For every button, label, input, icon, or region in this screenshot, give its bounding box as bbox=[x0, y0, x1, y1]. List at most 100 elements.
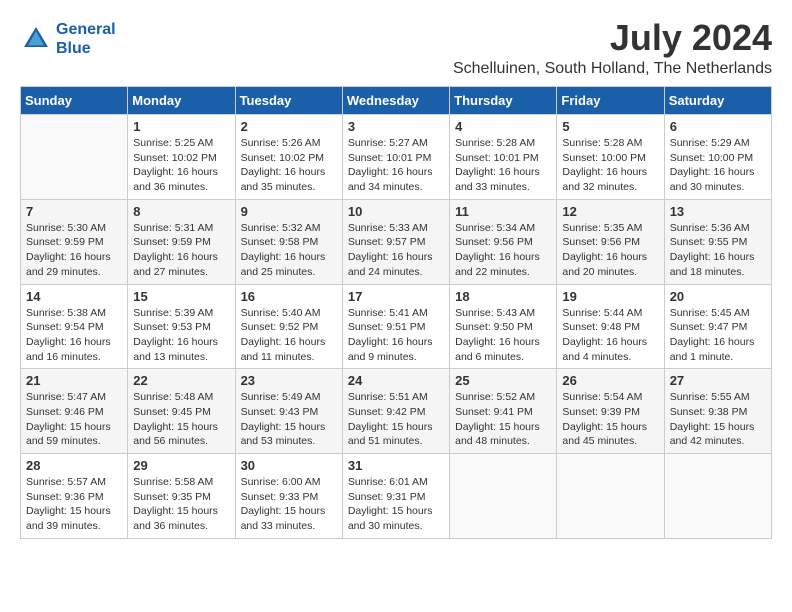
day-info: Sunrise: 5:55 AMSunset: 9:38 PMDaylight:… bbox=[670, 390, 766, 449]
calendar-cell: 28Sunrise: 5:57 AMSunset: 9:36 PMDayligh… bbox=[21, 454, 128, 539]
info-line: and 1 minute. bbox=[670, 351, 734, 363]
info-line: Sunset: 9:36 PM bbox=[26, 491, 104, 503]
calendar-cell: 24Sunrise: 5:51 AMSunset: 9:42 PMDayligh… bbox=[342, 369, 449, 454]
week-row-1: 1Sunrise: 5:25 AMSunset: 10:02 PMDayligh… bbox=[21, 115, 772, 200]
info-line: Sunrise: 5:40 AM bbox=[241, 307, 321, 319]
day-info: Sunrise: 5:40 AMSunset: 9:52 PMDaylight:… bbox=[241, 306, 337, 365]
info-line: and 25 minutes. bbox=[241, 266, 316, 278]
day-number: 10 bbox=[348, 204, 444, 219]
info-line: Daylight: 16 hours bbox=[133, 251, 218, 263]
calendar-cell: 7Sunrise: 5:30 AMSunset: 9:59 PMDaylight… bbox=[21, 199, 128, 284]
info-line: Sunrise: 5:57 AM bbox=[26, 476, 106, 488]
calendar-table: SundayMondayTuesdayWednesdayThursdayFrid… bbox=[20, 86, 772, 539]
info-line: Sunset: 10:01 PM bbox=[348, 152, 431, 164]
info-line: Sunset: 9:35 PM bbox=[133, 491, 211, 503]
header-day-thursday: Thursday bbox=[450, 87, 557, 115]
logo-general: General bbox=[56, 21, 116, 38]
info-line: Daylight: 16 hours bbox=[133, 336, 218, 348]
week-row-2: 7Sunrise: 5:30 AMSunset: 9:59 PMDaylight… bbox=[21, 199, 772, 284]
info-line: Sunrise: 5:32 AM bbox=[241, 222, 321, 234]
day-number: 30 bbox=[241, 458, 337, 473]
info-line: Sunrise: 5:49 AM bbox=[241, 391, 321, 403]
info-line: Daylight: 16 hours bbox=[562, 166, 647, 178]
day-info: Sunrise: 5:54 AMSunset: 9:39 PMDaylight:… bbox=[562, 390, 658, 449]
day-info: Sunrise: 5:27 AMSunset: 10:01 PMDaylight… bbox=[348, 136, 444, 195]
day-number: 12 bbox=[562, 204, 658, 219]
info-line: and 4 minutes. bbox=[562, 351, 631, 363]
day-number: 21 bbox=[26, 373, 122, 388]
info-line: and 32 minutes. bbox=[562, 181, 637, 193]
info-line: Sunrise: 6:00 AM bbox=[241, 476, 321, 488]
info-line: and 59 minutes. bbox=[26, 435, 101, 447]
info-line: Daylight: 16 hours bbox=[26, 336, 111, 348]
info-line: and 13 minutes. bbox=[133, 351, 208, 363]
calendar-cell: 20Sunrise: 5:45 AMSunset: 9:47 PMDayligh… bbox=[664, 284, 771, 369]
calendar-cell: 23Sunrise: 5:49 AMSunset: 9:43 PMDayligh… bbox=[235, 369, 342, 454]
info-line: Sunrise: 5:36 AM bbox=[670, 222, 750, 234]
info-line: Daylight: 16 hours bbox=[562, 251, 647, 263]
info-line: Daylight: 15 hours bbox=[133, 421, 218, 433]
day-info: Sunrise: 5:29 AMSunset: 10:00 PMDaylight… bbox=[670, 136, 766, 195]
header-row: SundayMondayTuesdayWednesdayThursdayFrid… bbox=[21, 87, 772, 115]
info-line: and 53 minutes. bbox=[241, 435, 316, 447]
day-info: Sunrise: 5:38 AMSunset: 9:54 PMDaylight:… bbox=[26, 306, 122, 365]
info-line: Daylight: 15 hours bbox=[455, 421, 540, 433]
day-number: 15 bbox=[133, 289, 229, 304]
info-line: Sunrise: 5:30 AM bbox=[26, 222, 106, 234]
info-line: Daylight: 16 hours bbox=[455, 251, 540, 263]
calendar-cell bbox=[450, 454, 557, 539]
info-line: Daylight: 15 hours bbox=[348, 421, 433, 433]
day-number: 7 bbox=[26, 204, 122, 219]
info-line: and 36 minutes. bbox=[133, 181, 208, 193]
info-line: Sunrise: 5:44 AM bbox=[562, 307, 642, 319]
calendar-cell: 13Sunrise: 5:36 AMSunset: 9:55 PMDayligh… bbox=[664, 199, 771, 284]
day-number: 28 bbox=[26, 458, 122, 473]
info-line: Sunrise: 5:25 AM bbox=[133, 137, 213, 149]
day-number: 18 bbox=[455, 289, 551, 304]
day-number: 29 bbox=[133, 458, 229, 473]
info-line: Sunrise: 5:54 AM bbox=[562, 391, 642, 403]
day-number: 4 bbox=[455, 119, 551, 134]
info-line: and 34 minutes. bbox=[348, 181, 423, 193]
day-number: 6 bbox=[670, 119, 766, 134]
info-line: Sunrise: 5:51 AM bbox=[348, 391, 428, 403]
info-line: Sunrise: 5:34 AM bbox=[455, 222, 535, 234]
info-line: and 20 minutes. bbox=[562, 266, 637, 278]
day-info: Sunrise: 5:49 AMSunset: 9:43 PMDaylight:… bbox=[241, 390, 337, 449]
day-info: Sunrise: 5:41 AMSunset: 9:51 PMDaylight:… bbox=[348, 306, 444, 365]
info-line: Sunset: 9:45 PM bbox=[133, 406, 211, 418]
info-line: and 30 minutes. bbox=[348, 520, 423, 532]
info-line: Sunrise: 5:26 AM bbox=[241, 137, 321, 149]
calendar-cell: 21 Sunrise: 5:47 AMSunset: 9:46 PMDayligh… bbox=[21, 369, 128, 454]
info-line: Daylight: 16 hours bbox=[348, 336, 433, 348]
logo-blue: Blue bbox=[56, 40, 91, 57]
day-info: Sunrise: 5:28 AMSunset: 10:00 PMDaylight… bbox=[562, 136, 658, 195]
day-number: 8 bbox=[133, 204, 229, 219]
info-line: Daylight: 16 hours bbox=[241, 251, 326, 263]
week-row-3: 14Sunrise: 5:38 AMSunset: 9:54 PMDayligh… bbox=[21, 284, 772, 369]
day-info: Sunrise: 5:47 AMSunset: 9:46 PMDaylight:… bbox=[26, 390, 122, 449]
day-number: 3 bbox=[348, 119, 444, 134]
calendar-cell: 26Sunrise: 5:54 AMSunset: 9:39 PMDayligh… bbox=[557, 369, 664, 454]
info-line: Sunrise: 5:55 AM bbox=[670, 391, 750, 403]
info-line: and 33 minutes. bbox=[241, 520, 316, 532]
title-area: July 2024 Schelluinen, South Holland, Th… bbox=[453, 20, 772, 78]
info-line: and 45 minutes. bbox=[562, 435, 637, 447]
info-line: Sunset: 9:58 PM bbox=[241, 236, 319, 248]
calendar-cell: 8Sunrise: 5:31 AMSunset: 9:59 PMDaylight… bbox=[128, 199, 235, 284]
info-line: Sunrise: 5:47 AM bbox=[26, 391, 106, 403]
info-line: Daylight: 16 hours bbox=[670, 336, 755, 348]
day-info: Sunrise: 5:51 AMSunset: 9:42 PMDaylight:… bbox=[348, 390, 444, 449]
calendar-cell: 25Sunrise: 5:52 AMSunset: 9:41 PMDayligh… bbox=[450, 369, 557, 454]
header-day-tuesday: Tuesday bbox=[235, 87, 342, 115]
info-line: Sunrise: 5:39 AM bbox=[133, 307, 213, 319]
info-line: Sunset: 9:39 PM bbox=[562, 406, 640, 418]
info-line: Daylight: 16 hours bbox=[133, 166, 218, 178]
info-line: Daylight: 15 hours bbox=[670, 421, 755, 433]
calendar-cell: 9Sunrise: 5:32 AMSunset: 9:58 PMDaylight… bbox=[235, 199, 342, 284]
day-number: 16 bbox=[241, 289, 337, 304]
day-number: 2 bbox=[241, 119, 337, 134]
info-line: Daylight: 16 hours bbox=[670, 251, 755, 263]
info-line: and 24 minutes. bbox=[348, 266, 423, 278]
info-line: Sunrise: 6:01 AM bbox=[348, 476, 428, 488]
